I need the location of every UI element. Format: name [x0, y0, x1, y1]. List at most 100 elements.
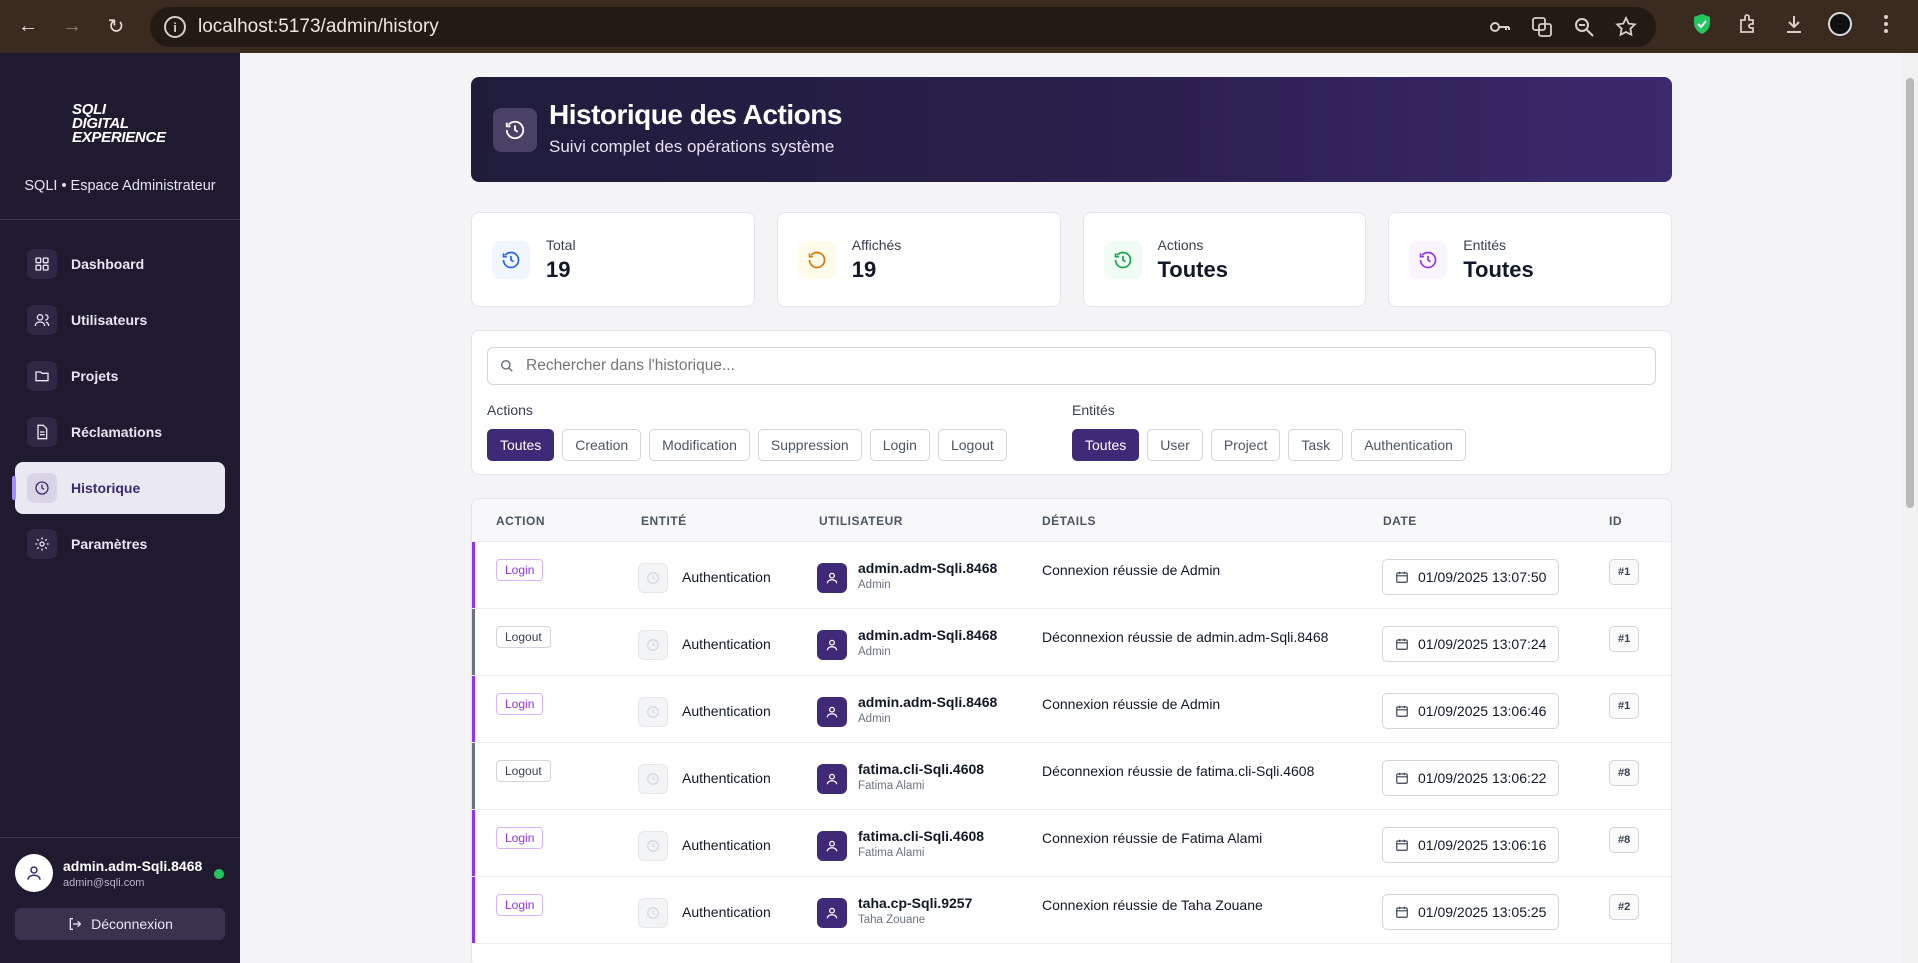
reload-icon[interactable]: ↻: [98, 9, 134, 45]
history-icon: [1409, 241, 1448, 279]
user-login: admin.adm-Sqli.8468: [858, 694, 998, 710]
id-badge: #2: [1609, 894, 1640, 920]
clock-icon: [27, 473, 57, 503]
table-header: ACTION ENTITÉ UTILISATEUR DÉTAILS DATE I…: [472, 499, 1671, 542]
zoom-icon[interactable]: [1572, 15, 1596, 39]
sidebar-item-label: Historique: [71, 480, 141, 496]
history-icon: [493, 108, 537, 152]
id-badge: #1: [1609, 626, 1640, 652]
download-icon[interactable]: [1782, 12, 1806, 36]
user-icon: [817, 831, 847, 861]
entities-filter-chips: Toutes User Project Task Authentication: [1072, 429, 1466, 461]
menu-dots-icon[interactable]: [1874, 12, 1898, 36]
forward-icon[interactable]: →: [54, 9, 90, 45]
column-header-details: DÉTAILS: [1042, 514, 1096, 528]
row-accent-bar: [472, 542, 475, 608]
key-icon[interactable]: [1488, 15, 1512, 39]
chip-entity-task[interactable]: Task: [1288, 429, 1344, 461]
user-fullname: Fatima Alami: [858, 780, 925, 792]
table-row[interactable]: Login Authentication admin.adm-Sqli.8468…: [472, 542, 1671, 609]
address-bar[interactable]: i localhost:5173/admin/history: [150, 7, 1656, 47]
id-badge: #1: [1609, 559, 1640, 585]
sidebar-item-reclamations[interactable]: Réclamations: [15, 406, 225, 458]
online-status-dot: [214, 869, 224, 879]
translate-icon[interactable]: [1530, 15, 1554, 39]
sidebar-item-dashboard[interactable]: Dashboard: [15, 238, 225, 290]
search-input[interactable]: [526, 357, 1626, 375]
sidebar-item-label: Utilisateurs: [71, 312, 148, 328]
history-icon: [492, 241, 530, 279]
table-row[interactable]: Login Authentication taha.cp-Sqli.9257 T…: [472, 877, 1671, 944]
entities-filter-title: Entités: [1072, 402, 1115, 418]
user-fullname: Admin: [858, 579, 891, 591]
page-scrollbar[interactable]: [1902, 53, 1918, 963]
url-text[interactable]: localhost:5173/admin/history: [198, 16, 439, 38]
back-icon[interactable]: ←: [10, 9, 46, 45]
profile-avatar[interactable]: [1828, 12, 1852, 36]
date-badge: 01/09/2025 13:06:46: [1382, 693, 1560, 729]
stats-row: Total 19 Affichés 19 Actions Toutes Enti…: [471, 212, 1672, 307]
sidebar-item-parametres[interactable]: Paramètres: [15, 518, 225, 570]
id-badge: #8: [1609, 827, 1640, 853]
logout-label: Déconnexion: [91, 916, 173, 932]
row-details: Déconnexion réussie de admin.adm-Sqli.84…: [1042, 629, 1329, 645]
site-info-icon[interactable]: i: [164, 16, 186, 38]
sidebar-item-utilisateurs[interactable]: Utilisateurs: [15, 294, 225, 346]
table-row[interactable]: Login Authentication fatima.cli-Sqli.460…: [472, 810, 1671, 877]
sidebar-item-historique[interactable]: Historique: [12, 462, 225, 514]
action-badge: Login: [496, 559, 544, 581]
search-box[interactable]: [487, 347, 1656, 385]
stat-card-affiches: Affichés 19: [776, 212, 1061, 307]
actions-filter-title: Actions: [487, 402, 533, 418]
extensions-icon[interactable]: [1736, 12, 1760, 36]
user-fullname: Fatima Alami: [858, 847, 925, 859]
chip-entity-toutes[interactable]: Toutes: [1072, 429, 1140, 461]
row-details: Connexion réussie de Taha Zouane: [1042, 897, 1263, 913]
chip-entity-user[interactable]: User: [1147, 429, 1203, 461]
table-row[interactable]: Login Authentication admin.adm-Sqli.8468…: [472, 676, 1671, 743]
id-badge: #8: [1609, 760, 1640, 786]
chip-action-modification[interactable]: Modification: [649, 429, 750, 461]
table-row[interactable]: Logout Authentication admin.adm-Sqli.846…: [472, 609, 1671, 676]
users-icon: [27, 305, 57, 335]
entity-clock-icon: [638, 831, 668, 861]
date-badge: 01/09/2025 13:06:16: [1382, 827, 1560, 863]
id-badge: #1: [1609, 693, 1640, 719]
page-subtitle: Suivi complet des opérations système: [549, 137, 835, 156]
chip-entity-project[interactable]: Project: [1210, 429, 1281, 461]
entity-name: Authentication: [682, 770, 771, 786]
calendar-icon: [1396, 705, 1408, 717]
date-text: 01/09/2025 13:06:46: [1418, 703, 1547, 719]
row-accent-bar: [472, 609, 475, 675]
chip-entity-authentication[interactable]: Authentication: [1351, 429, 1466, 461]
main-content: Historique des Actions Suivi complet des…: [240, 53, 1902, 963]
chip-action-logout[interactable]: Logout: [937, 429, 1007, 461]
user-icon: [817, 697, 847, 727]
stat-value: 19: [851, 257, 877, 282]
shield-extension-icon[interactable]: [1690, 12, 1714, 36]
logout-icon: [69, 918, 82, 930]
table-row[interactable]: Logout Authentication fatima.cli-Sqli.46…: [472, 743, 1671, 810]
date-text: 01/09/2025 13:07:24: [1418, 636, 1547, 652]
user-login: admin.adm-Sqli.8468: [858, 560, 998, 576]
sidebar-item-projets[interactable]: Projets: [15, 350, 225, 402]
chip-action-suppression[interactable]: Suppression: [757, 429, 862, 461]
chip-action-login[interactable]: Login: [869, 429, 930, 461]
date-text: 01/09/2025 13:07:50: [1418, 569, 1547, 585]
divider: [0, 219, 240, 220]
calendar-icon: [1396, 638, 1408, 650]
user-icon: [817, 898, 847, 928]
brand-title: SQLI • Espace Administrateur: [24, 178, 216, 194]
entity-name: Authentication: [682, 703, 771, 719]
star-icon[interactable]: [1614, 15, 1638, 39]
scrollbar-thumb[interactable]: [1906, 78, 1914, 508]
document-icon: [27, 417, 57, 447]
calendar-icon: [1396, 772, 1408, 784]
action-badge: Login: [496, 693, 544, 715]
chip-action-creation[interactable]: Creation: [562, 429, 642, 461]
action-badge: Login: [496, 894, 544, 916]
calendar-icon: [1396, 906, 1408, 918]
logout-button[interactable]: Déconnexion: [15, 908, 225, 940]
page-title: Historique des Actions: [549, 99, 842, 130]
chip-action-toutes[interactable]: Toutes: [487, 429, 555, 461]
